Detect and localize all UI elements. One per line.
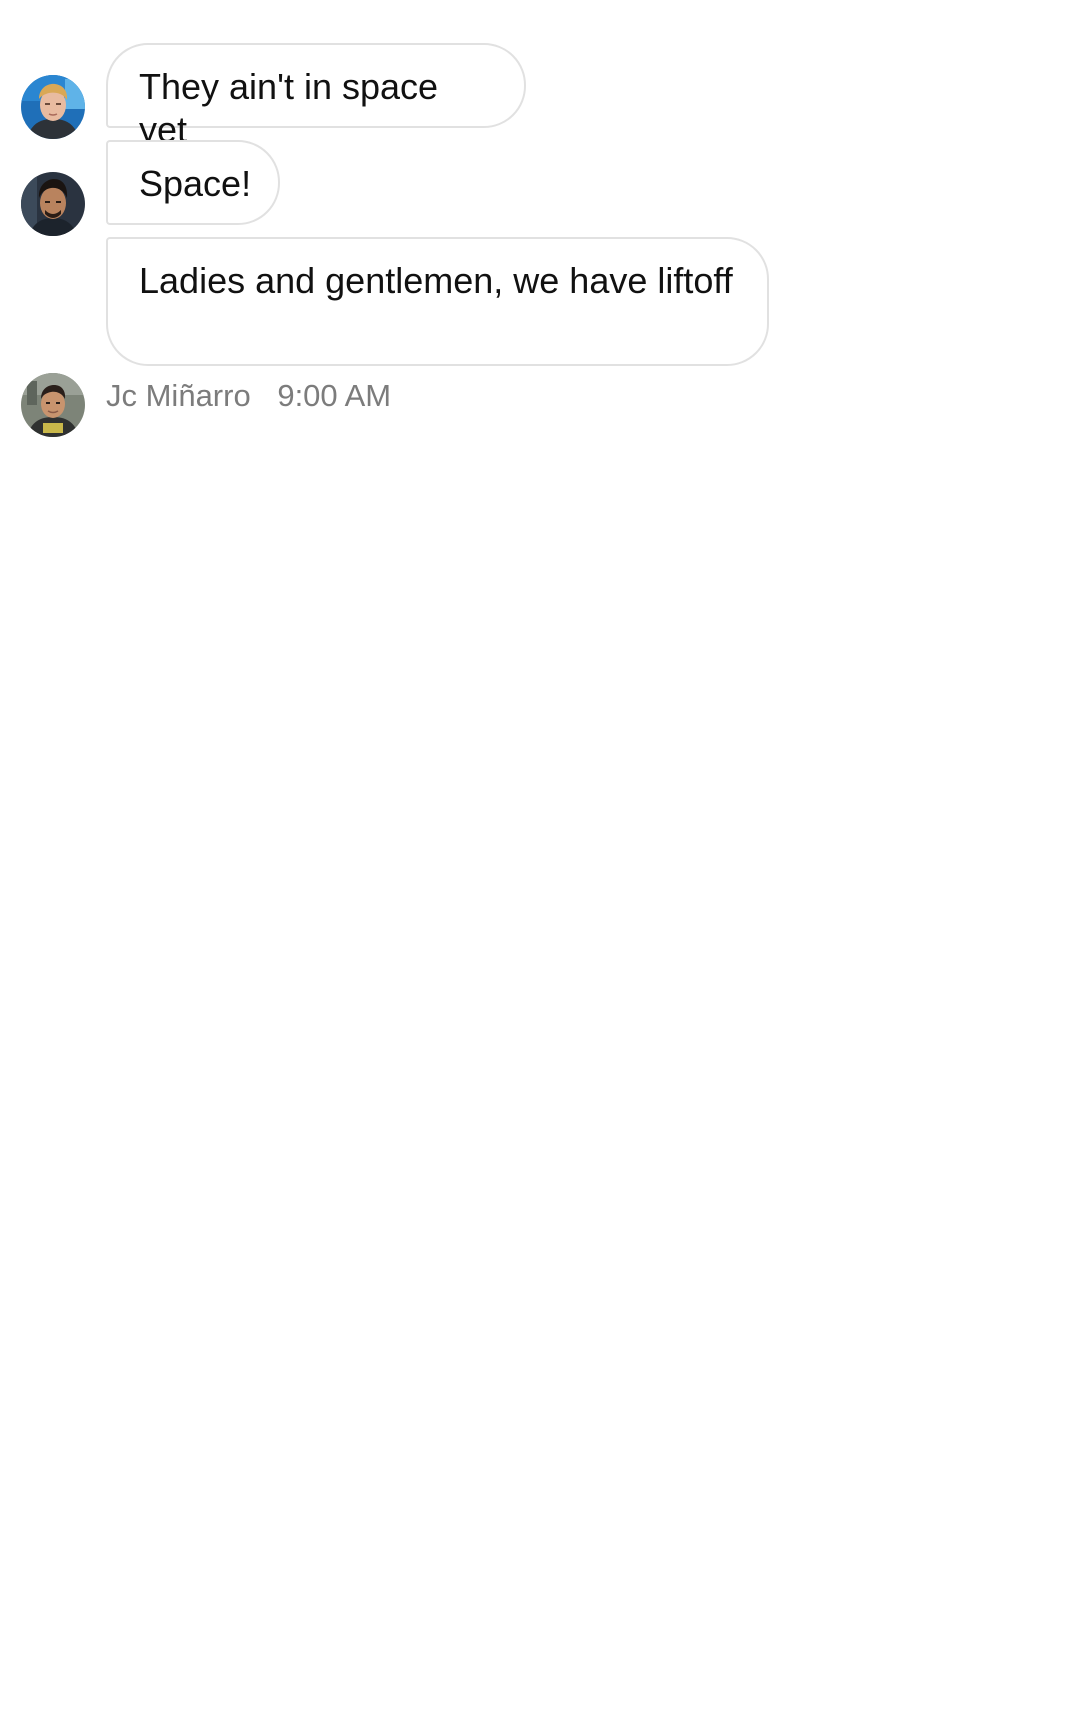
avatar-photo-dark-haired-man xyxy=(21,172,85,236)
avatar[interactable] xyxy=(21,75,85,139)
avatar[interactable] xyxy=(21,373,85,437)
message-bubble[interactable]: Space! xyxy=(106,140,280,225)
sender-name: Jc Miñarro xyxy=(106,378,251,413)
avatar-photo-man-in-gym xyxy=(21,373,85,437)
avatar[interactable] xyxy=(21,172,85,236)
message-bubble[interactable]: They ain't in space yet xyxy=(106,43,526,150)
message-meta: Jc Miñarro 9:00 AM xyxy=(106,376,391,416)
message-text: Ladies and gentlemen, we have liftoff xyxy=(139,260,733,301)
message-text: Space! xyxy=(139,163,252,204)
avatar-photo-blond-man xyxy=(21,75,85,139)
message-bubble[interactable]: Ladies and gentlemen, we have liftoff xyxy=(106,237,769,366)
message-time: 9:00 AM xyxy=(277,378,392,413)
message-text: They ain't in space yet xyxy=(139,66,439,150)
chat-thread: They ain't in space yet Space! Ladies an… xyxy=(0,0,1080,1731)
